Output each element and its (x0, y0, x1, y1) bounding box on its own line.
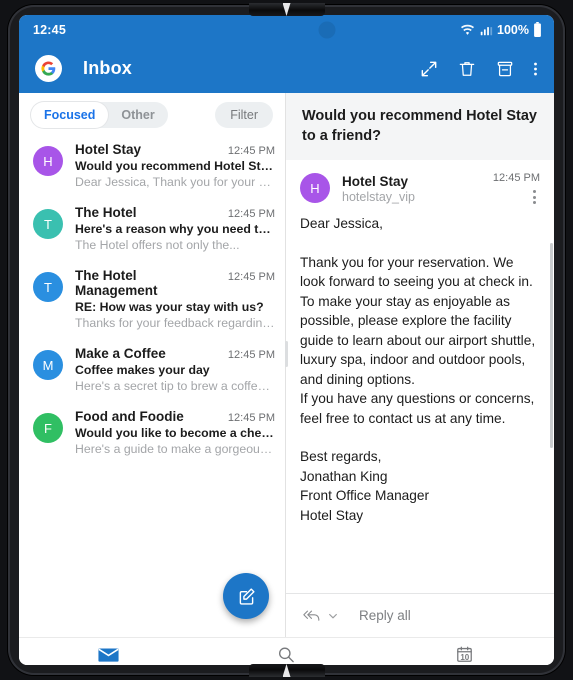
message-sender: The Hotel Management (75, 268, 158, 298)
message-time: 12:45 PM (227, 349, 275, 361)
detail-subject: Would you recommend Hotel Stay to a frie… (286, 93, 554, 160)
tab-focused[interactable]: Focused (31, 102, 109, 128)
bottom-nav-mail[interactable]: Mail (19, 647, 197, 666)
message-time: 12:45 PM (227, 145, 275, 157)
avatar: T (33, 272, 63, 302)
more-options-icon[interactable] (533, 59, 538, 79)
google-logo-icon[interactable] (35, 55, 62, 82)
message-subject: Would you like to become a chef at you.. (75, 426, 275, 440)
status-bar-time: 12:45 (33, 22, 66, 37)
battery-full-icon (533, 22, 542, 37)
list-item[interactable]: F Food and Foodie 12:45 PM Would you lik… (19, 401, 285, 464)
archive-icon[interactable] (495, 59, 515, 79)
detail-sender-address: hotelstay_vip (342, 190, 415, 204)
hinge-notch-bottom (248, 664, 325, 677)
avatar: H (33, 146, 63, 176)
delete-icon[interactable] (457, 59, 477, 79)
status-bar: 12:45 100% (19, 15, 554, 44)
message-detail-pane: Would you recommend Hotel Stay to a frie… (285, 93, 554, 637)
search-icon (276, 645, 296, 664)
message-sender: Hotel Stay (75, 142, 142, 157)
message-time: 12:45 PM (227, 208, 275, 220)
message-preview: Dear Jessica, Thank you for your reser..… (75, 175, 275, 189)
message-subject: Coffee makes your day (75, 363, 210, 377)
status-bar-indicators: 100% (460, 22, 542, 37)
app-bar: Inbox (19, 44, 554, 93)
message-list-pane: Focused Other Filter H Hotel Stay 12:45 … (19, 93, 286, 637)
message-list: H Hotel Stay 12:45 PM Would you recommen… (19, 134, 285, 464)
app-bar-actions (419, 59, 544, 79)
avatar: F (33, 413, 63, 443)
more-options-icon[interactable] (529, 188, 540, 204)
calendar-icon: 10 (455, 645, 474, 664)
message-preview: The Hotel offers not only the... (75, 238, 240, 252)
reply-bar[interactable]: Reply all (286, 593, 554, 637)
message-preview: Thanks for your feedback regarding y... (75, 316, 275, 330)
expand-icon[interactable] (419, 59, 439, 79)
list-item[interactable]: T The Hotel 12:45 PM Here's a reason why… (19, 197, 285, 260)
list-item[interactable]: H Hotel Stay 12:45 PM Would you recommen… (19, 134, 285, 197)
detail-sender-name: Hotel Stay (342, 174, 409, 189)
message-subject: Here's a reason why you need to stay (75, 222, 275, 236)
compose-icon (236, 586, 257, 607)
message-sender: Food and Foodie (75, 409, 184, 424)
tab-other[interactable]: Other (108, 102, 167, 128)
bottom-nav-search[interactable]: Search (197, 645, 375, 665)
list-item[interactable]: T The Hotel Management 12:45 PM RE: How … (19, 260, 285, 338)
split-view: Focused Other Filter H Hotel Stay 12:45 … (19, 93, 554, 637)
screen: 12:45 100% Inbox Focused Other Filter H … (19, 15, 554, 665)
focus-segmented-control: Focused Other (31, 102, 168, 128)
avatar: H (300, 173, 330, 203)
hinge-notch-top (248, 3, 325, 16)
mail-icon (98, 647, 119, 663)
detail-body: Dear Jessica, Thank you for your reserva… (300, 216, 536, 523)
message-sender: Make a Coffee (75, 346, 166, 361)
compose-button[interactable] (223, 573, 269, 619)
bottom-nav-mail-label: Mail (99, 665, 118, 666)
message-preview: Here's a secret tip to brew a coffee at.… (75, 379, 275, 393)
avatar: T (33, 209, 63, 239)
front-camera-hole (318, 21, 336, 38)
message-subject: Would you recommend Hotel Stay to a fr..… (75, 159, 275, 173)
message-time: 12:45 PM (227, 271, 275, 283)
battery-percent-label: 100% (497, 22, 529, 37)
filter-button[interactable]: Filter (215, 102, 273, 128)
message-time: 12:45 PM (227, 412, 275, 424)
avatar: M (33, 350, 63, 380)
reply-all-icon[interactable] (302, 608, 321, 623)
pane-divider-handle[interactable] (285, 341, 288, 367)
list-filter-bar: Focused Other Filter (19, 93, 285, 134)
device-frame: 12:45 100% Inbox Focused Other Filter H … (0, 0, 573, 680)
chevron-down-icon[interactable] (328, 611, 338, 621)
cellular-signal-icon (479, 23, 493, 37)
message-subject: RE: How was your stay with us? (75, 300, 264, 314)
detail-scrollbar[interactable] (550, 243, 553, 448)
message-sender: The Hotel (75, 205, 137, 220)
bottom-navigation: Mail Search 10 Calendar (19, 637, 554, 665)
message-preview: Here's a guide to make a gorgeous p... (75, 442, 275, 456)
reply-all-label: Reply all (359, 608, 411, 623)
bottom-nav-calendar[interactable]: 10 Calendar (376, 645, 554, 665)
wifi-icon (460, 22, 475, 37)
list-item[interactable]: M Make a Coffee 12:45 PM Coffee makes yo… (19, 338, 285, 401)
page-title: Inbox (83, 58, 132, 78)
calendar-day-number: 10 (460, 653, 470, 662)
detail-time: 12:45 PM (492, 172, 540, 184)
detail-sender-row: H Hotel Stay hotelstay_vip 12:45 PM (286, 160, 554, 210)
